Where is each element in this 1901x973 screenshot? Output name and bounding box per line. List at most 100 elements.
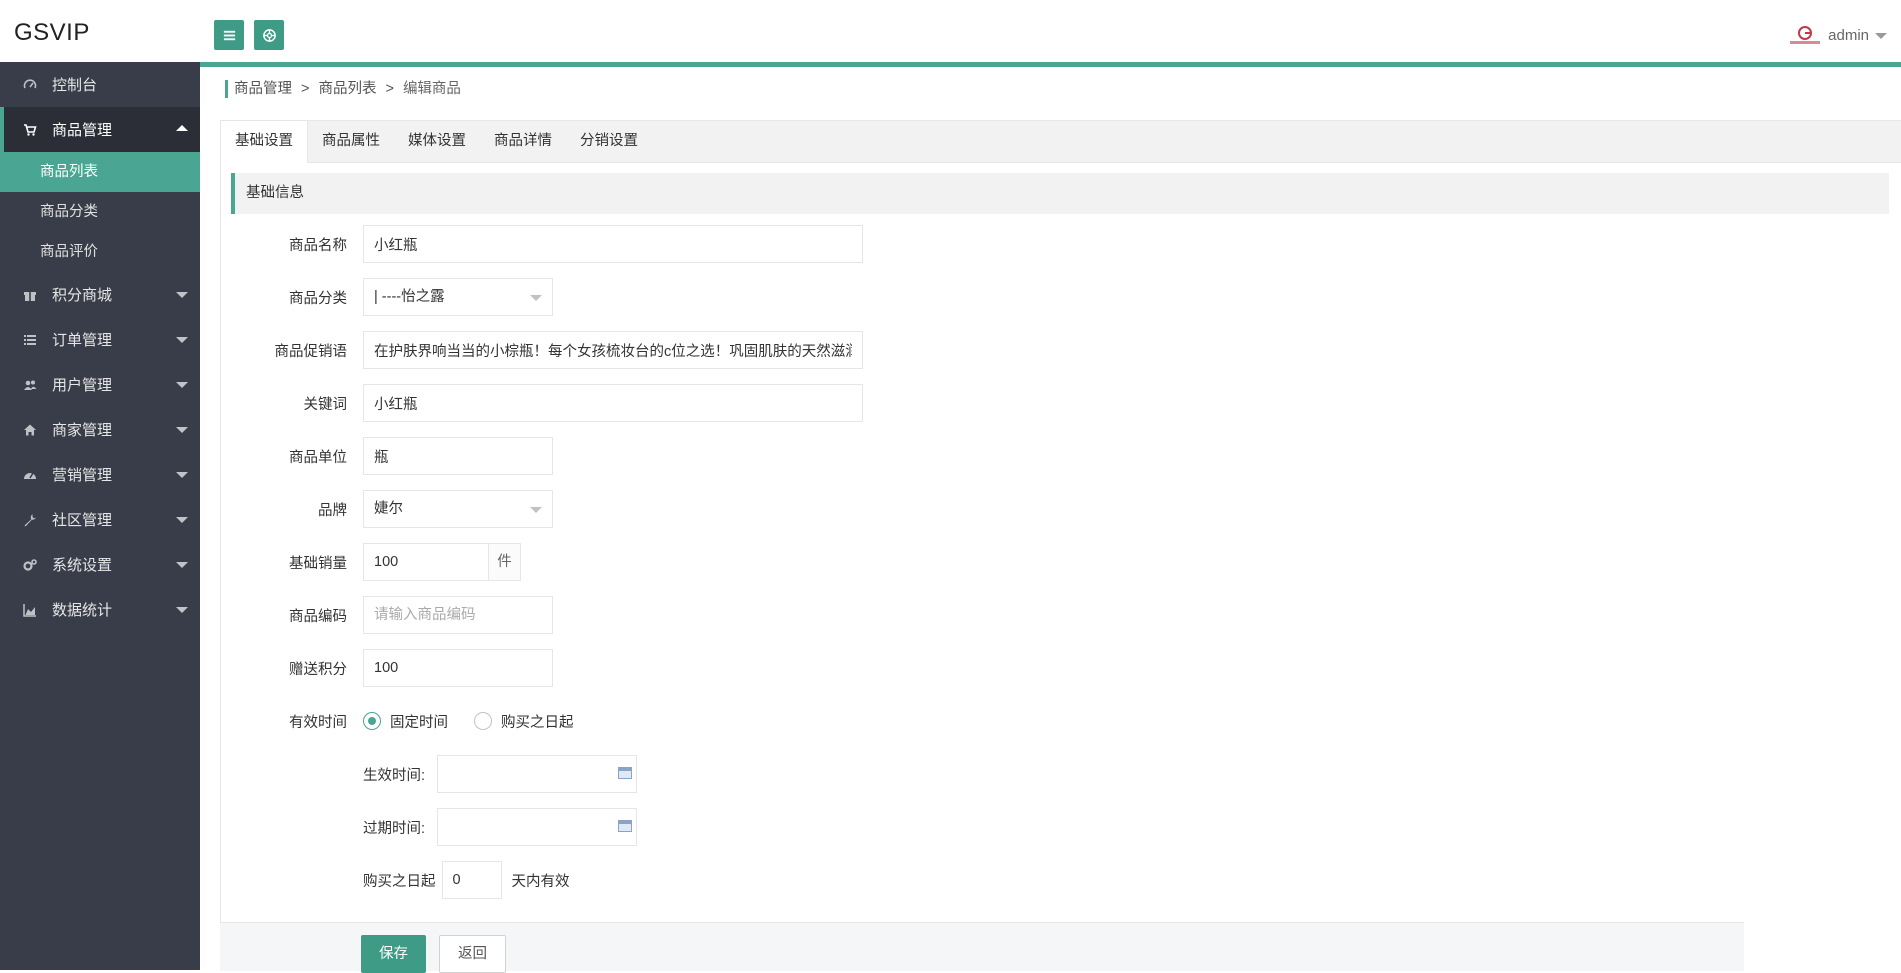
tachometer-icon: [22, 467, 38, 483]
sidebar-subitem-goods-category[interactable]: 商品分类: [0, 192, 200, 232]
tab-basic-settings[interactable]: 基础设置: [221, 121, 308, 163]
form-row-valid-days: 购买之日起 天内有效: [363, 861, 582, 899]
promo-input[interactable]: [363, 331, 863, 369]
area-chart-icon: [22, 602, 38, 618]
form-row-start-time: 生效时间:: [363, 755, 638, 793]
radio-from-purchase[interactable]: 购买之日起: [474, 711, 574, 732]
form-row-brand: 品牌 婕尔: [221, 490, 553, 528]
sidebar-item-settings[interactable]: 系统设置: [0, 542, 200, 587]
breadcrumb-current: 编辑商品: [402, 81, 461, 97]
days-suffix-label: 天内有效: [511, 873, 570, 890]
sidebar-item-dashboard[interactable]: 控制台: [0, 62, 200, 107]
sidebar-item-label: 数据统计: [52, 602, 113, 619]
base-sales-unit: 件: [489, 543, 521, 581]
chevron-down-icon: [1875, 33, 1887, 39]
sidebar-subitem-goods-list[interactable]: 商品列表: [0, 152, 200, 192]
sidebar-item-label: 积分商城: [52, 287, 113, 304]
form-row-end-time: 过期时间:: [363, 808, 638, 846]
user-menu[interactable]: admin: [1788, 24, 1887, 46]
sidebar-item-merchants[interactable]: 商家管理: [0, 407, 200, 452]
brand-select[interactable]: 婕尔: [363, 490, 553, 528]
end-time-field[interactable]: [437, 808, 638, 846]
promo-label: 商品促销语: [274, 343, 348, 360]
sidebar-item-label: 社区管理: [52, 512, 113, 529]
sidebar-item-label: 商品管理: [52, 122, 113, 139]
code-input[interactable]: [363, 596, 553, 634]
breadcrumb-item[interactable]: 商品管理: [234, 81, 292, 97]
start-time-field[interactable]: [437, 755, 638, 793]
avatar: [1790, 26, 1821, 44]
sidebar-item-goods[interactable]: 商品管理: [0, 107, 200, 152]
globe-icon: [262, 28, 276, 42]
breadcrumb: 商品管理 > 商品列表 > 编辑商品: [225, 80, 461, 98]
sidebar-item-label: 系统设置: [52, 557, 113, 574]
cart-icon: [22, 122, 38, 138]
form-row-name: 商品名称: [221, 225, 863, 263]
base-sales-label: 基础销量: [289, 555, 347, 572]
cogs-icon: [22, 557, 38, 573]
sidebar-item-label: 控制台: [52, 77, 98, 94]
hamburger-icon: [223, 30, 235, 40]
base-sales-input[interactable]: [363, 543, 489, 581]
sidebar-item-community[interactable]: 社区管理: [0, 497, 200, 542]
valid-days-input[interactable]: [441, 861, 502, 899]
form-row-code: 商品编码: [221, 596, 553, 634]
points-label: 赠送积分: [289, 661, 347, 678]
breadcrumb-separator: >: [385, 81, 394, 97]
unit-input[interactable]: [363, 437, 553, 475]
sidebar-item-users[interactable]: 用户管理: [0, 362, 200, 407]
users-icon: [22, 377, 38, 393]
radio-label: 固定时间: [390, 714, 448, 731]
form-row-promo: 商品促销语: [221, 331, 863, 369]
sidebar-item-label: 商家管理: [52, 422, 113, 439]
unit-label: 商品单位: [289, 449, 347, 466]
brand-label: 品牌: [318, 502, 347, 519]
chevron-down-icon: [176, 517, 188, 523]
menu-toggle-button[interactable]: [214, 20, 244, 50]
sidebar-item-statistics[interactable]: 数据统计: [0, 587, 200, 632]
app-logo: GSVIP: [14, 19, 90, 46]
end-time-input[interactable]: [437, 808, 638, 846]
radio-label: 购买之日起: [501, 714, 574, 731]
code-label: 商品编码: [289, 608, 347, 625]
calendar-icon[interactable]: [618, 820, 633, 832]
chevron-down-icon: [176, 292, 188, 298]
validity-label: 有效时间: [289, 714, 347, 731]
days-prefix-label: 购买之日起: [363, 873, 436, 890]
chevron-up-icon: [176, 125, 188, 131]
keywords-input[interactable]: [363, 384, 863, 422]
form-row-points: 赠送积分: [221, 649, 553, 687]
chevron-down-icon: [530, 295, 542, 301]
edit-goods-card: 基础设置 商品属性 媒体设置 商品详情 分销设置 基础信息 商品名称 商品分类 …: [220, 120, 1901, 971]
save-button[interactable]: 保存: [361, 935, 426, 973]
tab-attributes[interactable]: 商品属性: [308, 121, 394, 162]
back-button[interactable]: 返回: [439, 935, 506, 973]
sidebar-subitem-goods-review[interactable]: 商品评价: [0, 232, 200, 272]
sidebar-item-orders[interactable]: 订单管理: [0, 317, 200, 362]
site-home-button[interactable]: [254, 20, 284, 50]
tab-media[interactable]: 媒体设置: [394, 121, 480, 162]
calendar-icon[interactable]: [618, 767, 633, 779]
tab-bar: 基础设置 商品属性 媒体设置 商品详情 分销设置: [221, 121, 1901, 163]
home-icon: [22, 422, 38, 438]
start-time-input[interactable]: [437, 755, 638, 793]
points-input[interactable]: [363, 649, 553, 687]
category-selected-value: | ----怡之露: [374, 289, 445, 305]
form-row-base-sales: 基础销量 件: [221, 543, 521, 581]
form-row-keywords: 关键词: [221, 384, 863, 422]
breadcrumb-item[interactable]: 商品列表: [318, 81, 376, 97]
tab-distribution[interactable]: 分销设置: [566, 121, 652, 162]
radio-fixed-time[interactable]: 固定时间: [363, 711, 448, 732]
chevron-down-icon: [176, 337, 188, 343]
user-name: admin: [1828, 26, 1869, 44]
end-time-label: 过期时间:: [363, 820, 426, 837]
brand-selected-value: 婕尔: [374, 501, 403, 517]
gift-icon: [22, 287, 38, 303]
sidebar-item-points-mall[interactable]: 积分商城: [0, 272, 200, 317]
sidebar-item-marketing[interactable]: 营销管理: [0, 452, 200, 497]
name-input[interactable]: [363, 225, 863, 263]
category-select[interactable]: | ----怡之露: [363, 278, 553, 316]
start-time-label: 生效时间:: [363, 767, 426, 784]
section-title: 基础信息: [231, 173, 1889, 214]
tab-details[interactable]: 商品详情: [480, 121, 566, 162]
